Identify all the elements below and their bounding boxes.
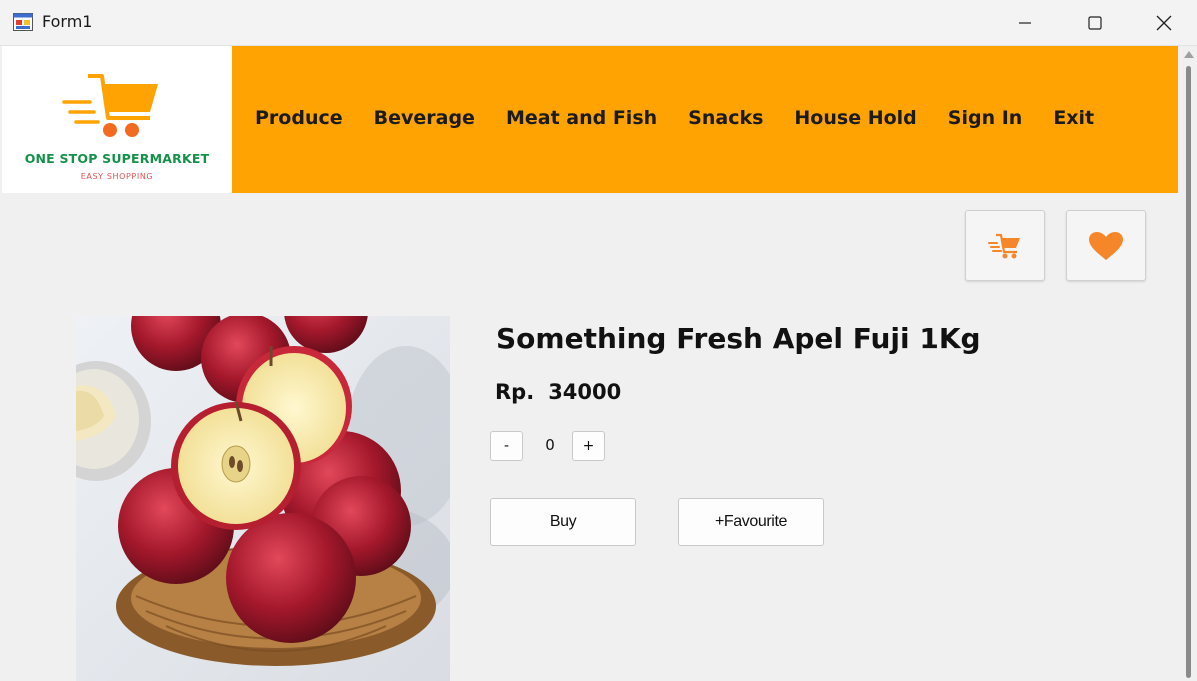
nav-beverage[interactable]: Beverage <box>374 107 475 129</box>
scroll-thumb[interactable] <box>1186 66 1191 678</box>
close-icon <box>1156 15 1171 31</box>
logo-tagline: EASY SHOPPING <box>80 172 154 181</box>
nav-snacks[interactable]: Snacks <box>688 107 763 129</box>
increase-quantity-button[interactable]: + <box>572 431 605 461</box>
main-nav: Produce Beverage Meat and Fish Snacks Ho… <box>255 107 1094 129</box>
app-icon <box>13 13 33 31</box>
close-button[interactable] <box>1130 0 1197 46</box>
decrease-quantity-button[interactable]: - <box>490 431 523 461</box>
logo-name: ONE STOP SUPERMARKET <box>24 151 210 166</box>
product-title: Something Fresh Apel Fuji 1Kg <box>496 322 981 355</box>
maximize-icon <box>1088 16 1102 30</box>
nav-exit[interactable]: Exit <box>1053 107 1094 129</box>
header-bar: ONE STOP SUPERMARKET EASY SHOPPING Produ… <box>2 46 1178 193</box>
nav-produce[interactable]: Produce <box>255 107 343 129</box>
price-row: Rp. 34000 <box>495 380 621 404</box>
shopping-cart-icon <box>988 233 1020 258</box>
window-titlebar: Form1 <box>0 0 1197 46</box>
favourite-icon-button[interactable] <box>1066 210 1146 281</box>
price-currency: Rp. <box>495 380 535 404</box>
price-value: 34000 <box>548 380 622 404</box>
logo[interactable]: ONE STOP SUPERMARKET EASY SHOPPING <box>2 46 232 193</box>
apple-photo <box>76 316 450 681</box>
vertical-scrollbar[interactable] <box>1180 46 1197 681</box>
minimize-icon <box>1019 22 1031 24</box>
minimize-button[interactable] <box>990 0 1060 46</box>
window-title: Form1 <box>42 12 93 31</box>
nav-house-hold[interactable]: House Hold <box>794 107 916 129</box>
nav-sign-in[interactable]: Sign In <box>948 107 1023 129</box>
cart-button[interactable] <box>965 210 1045 281</box>
quantity-value: 0 <box>545 436 555 454</box>
maximize-button[interactable] <box>1060 0 1130 46</box>
product-image <box>76 316 450 681</box>
logo-cart-icon <box>62 74 158 137</box>
nav-meat-and-fish[interactable]: Meat and Fish <box>506 107 657 129</box>
scroll-up-arrow-icon[interactable] <box>1184 51 1194 58</box>
buy-button[interactable]: Buy <box>490 498 636 546</box>
add-favourite-button[interactable]: +Favourite <box>678 498 824 546</box>
heart-icon <box>1089 231 1123 260</box>
